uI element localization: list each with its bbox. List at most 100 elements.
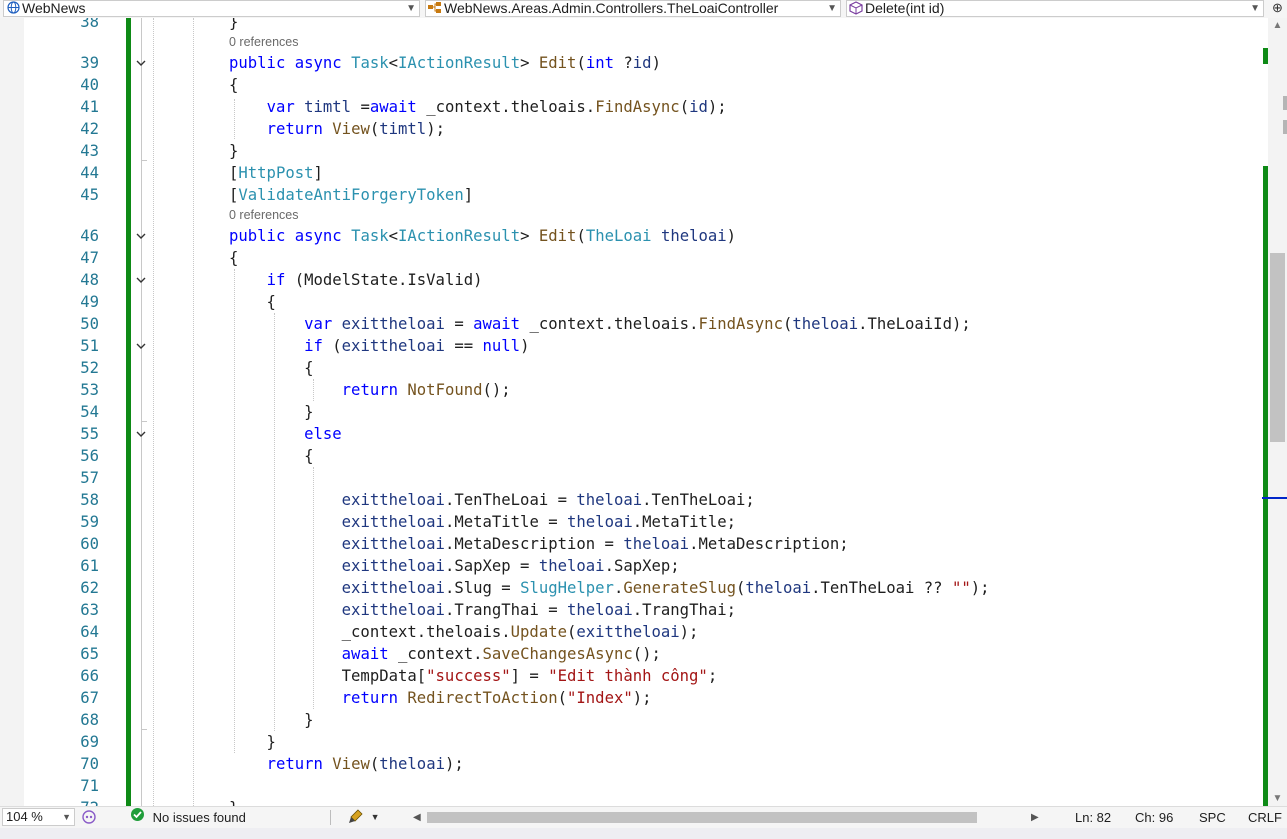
line-number: 70 bbox=[80, 755, 99, 773]
line-number: 58 bbox=[80, 491, 99, 509]
code-text: [ValidateAntiForgeryToken] bbox=[229, 186, 474, 204]
code-line[interactable]: 68 } bbox=[0, 709, 1268, 731]
code-line[interactable]: 62 exittheloai.Slug = SlugHelper.Generat… bbox=[0, 577, 1268, 599]
line-number: 41 bbox=[80, 98, 99, 116]
issues-indicator[interactable]: No issues found bbox=[130, 807, 246, 828]
chevron-down-icon[interactable] bbox=[135, 274, 147, 286]
code-text: return RedirectToAction("Index"); bbox=[341, 689, 652, 707]
scroll-right-icon[interactable]: ▶ bbox=[1031, 807, 1039, 828]
code-text: } bbox=[229, 733, 276, 751]
line-number: 54 bbox=[80, 403, 99, 421]
code-line[interactable]: 69 } bbox=[0, 731, 1268, 753]
code-text: else bbox=[304, 425, 342, 443]
code-line[interactable]: 41 var timtl =await _context.theloais.Fi… bbox=[0, 96, 1268, 118]
code-line[interactable]: 54 } bbox=[0, 401, 1268, 423]
code-text: { bbox=[229, 447, 314, 465]
line-number: 48 bbox=[80, 271, 99, 289]
line-ending-status[interactable]: CRLF bbox=[1248, 807, 1282, 828]
code-line[interactable]: 70 return View(theloai); bbox=[0, 753, 1268, 775]
code-text: exittheloai.TrangThai = theloai.TrangTha… bbox=[341, 601, 737, 619]
code-lens-references[interactable]: 0 references bbox=[0, 206, 1268, 225]
code-line[interactable]: 48 if (ModelState.IsValid) bbox=[0, 269, 1268, 291]
scroll-down-icon[interactable]: ▼ bbox=[1268, 793, 1287, 804]
code-text: if (ModelState.IsValid) bbox=[266, 271, 483, 289]
code-text: var exittheloai = await _context.theloai… bbox=[304, 315, 971, 333]
code-line[interactable]: 47 { bbox=[0, 247, 1268, 269]
member-dropdown[interactable]: Delete(int id) ▼ bbox=[846, 0, 1264, 17]
code-text: } bbox=[229, 711, 314, 729]
code-line[interactable]: 57 bbox=[0, 467, 1268, 489]
code-line[interactable]: 42 return View(timtl); bbox=[0, 118, 1268, 140]
zoom-dropdown[interactable]: 104 % ▼ bbox=[2, 808, 75, 826]
horizontal-scrollbar-thumb[interactable] bbox=[427, 812, 977, 823]
code-text: return View(theloai); bbox=[266, 755, 464, 773]
zoom-level: 104 % bbox=[6, 809, 43, 824]
code-line[interactable]: 52 { bbox=[0, 357, 1268, 379]
code-line[interactable]: 64 _context.theloais.Update(exittheloai)… bbox=[0, 621, 1268, 643]
chevron-down-icon: ▼ bbox=[1250, 3, 1260, 14]
scroll-marker bbox=[1283, 120, 1287, 134]
line-number: 38 bbox=[80, 18, 99, 31]
line-number: 39 bbox=[80, 54, 99, 72]
code-line[interactable]: 63 exittheloai.TrangThai = theloai.Trang… bbox=[0, 599, 1268, 621]
code-lens-references[interactable]: 0 references bbox=[0, 33, 1268, 52]
line-number: 66 bbox=[80, 667, 99, 685]
globe-icon bbox=[4, 1, 22, 16]
code-line[interactable]: 40 { bbox=[0, 74, 1268, 96]
project-dropdown[interactable]: WebNews ▼ bbox=[3, 0, 420, 17]
code-line[interactable]: 55 else bbox=[0, 423, 1268, 445]
references-count[interactable]: 0 references bbox=[229, 33, 298, 52]
code-text: if (exittheloai == null) bbox=[304, 337, 530, 355]
column-status[interactable]: Ch: 96 bbox=[1135, 807, 1173, 828]
chevron-down-icon[interactable] bbox=[135, 428, 147, 440]
code-line[interactable]: 61 exittheloai.SapXep = theloai.SapXep; bbox=[0, 555, 1268, 577]
line-number-status[interactable]: Ln: 82 bbox=[1075, 807, 1111, 828]
code-line[interactable]: 53 return NotFound(); bbox=[0, 379, 1268, 401]
class-dropdown[interactable]: WebNews.Areas.Admin.Controllers.TheLoaiC… bbox=[425, 0, 841, 17]
line-number: 60 bbox=[80, 535, 99, 553]
code-line[interactable]: 71 bbox=[0, 775, 1268, 797]
scroll-up-icon[interactable]: ▲ bbox=[1268, 20, 1287, 31]
code-text: exittheloai.MetaDescription = theloai.Me… bbox=[341, 535, 849, 553]
code-line[interactable]: 50 var exittheloai = await _context.thel… bbox=[0, 313, 1268, 335]
chevron-down-icon[interactable] bbox=[135, 230, 147, 242]
code-line[interactable]: 67 return RedirectToAction("Index"); bbox=[0, 687, 1268, 709]
code-line[interactable]: 60 exittheloai.MetaDescription = theloai… bbox=[0, 533, 1268, 555]
code-line[interactable]: 58 exittheloai.TenTheLoai = theloai.TenT… bbox=[0, 489, 1268, 511]
code-line[interactable]: 38} bbox=[0, 18, 1268, 33]
code-line[interactable]: 44 [HttpPost] bbox=[0, 162, 1268, 184]
line-number: 68 bbox=[80, 711, 99, 729]
split-icon[interactable]: ⊕ bbox=[1268, 0, 1287, 17]
code-line[interactable]: 49 { bbox=[0, 291, 1268, 313]
code-line[interactable]: 66 TempData["success"] = "Edit thành côn… bbox=[0, 665, 1268, 687]
code-line[interactable]: 45 [ValidateAntiForgeryToken] bbox=[0, 184, 1268, 206]
references-count[interactable]: 0 references bbox=[229, 206, 298, 225]
code-line[interactable]: 65 await _context.SaveChangesAsync(); bbox=[0, 643, 1268, 665]
scroll-left-icon[interactable]: ◀ bbox=[413, 807, 421, 828]
code-text: public async Task<IActionResult> Edit(Th… bbox=[229, 227, 737, 245]
chevron-down-icon[interactable] bbox=[135, 340, 147, 352]
code-line[interactable]: 56 { bbox=[0, 445, 1268, 467]
code-line[interactable]: 43} bbox=[0, 140, 1268, 162]
code-line[interactable]: 46 public async Task<IActionResult> Edit(… bbox=[0, 225, 1268, 247]
brush-icon bbox=[347, 809, 369, 828]
code-line[interactable]: 59 exittheloai.MetaTitle = theloai.MetaT… bbox=[0, 511, 1268, 533]
code-line[interactable]: 72} bbox=[0, 797, 1268, 806]
code-line[interactable]: 51 if (exittheloai == null) bbox=[0, 335, 1268, 357]
scrollbar-thumb[interactable] bbox=[1270, 253, 1285, 442]
code-text: var timtl =await _context.theloais.FindA… bbox=[266, 98, 727, 116]
line-number: 62 bbox=[80, 579, 99, 597]
class-name: WebNews.Areas.Admin.Controllers.TheLoaiC… bbox=[444, 0, 779, 16]
whitespace-status[interactable]: SPC bbox=[1199, 807, 1226, 828]
line-number: 55 bbox=[80, 425, 99, 443]
code-editor[interactable]: 38} 0 references 39 public async Task<IActi… bbox=[0, 18, 1268, 806]
vertical-scrollbar[interactable]: ▲ ▼ bbox=[1262, 18, 1287, 806]
code-text: _context.theloais.Update(exittheloai); bbox=[229, 623, 699, 641]
change-marker bbox=[1263, 48, 1268, 64]
code-line[interactable]: 39 public async Task<IActionResult> Edit(… bbox=[0, 52, 1268, 74]
code-text: } bbox=[229, 18, 239, 31]
chevron-down-icon[interactable] bbox=[135, 57, 147, 69]
code-text: [HttpPost] bbox=[229, 164, 323, 182]
code-text: public async Task<IActionResult> Edit(in… bbox=[229, 54, 661, 72]
line-number: 50 bbox=[80, 315, 99, 333]
